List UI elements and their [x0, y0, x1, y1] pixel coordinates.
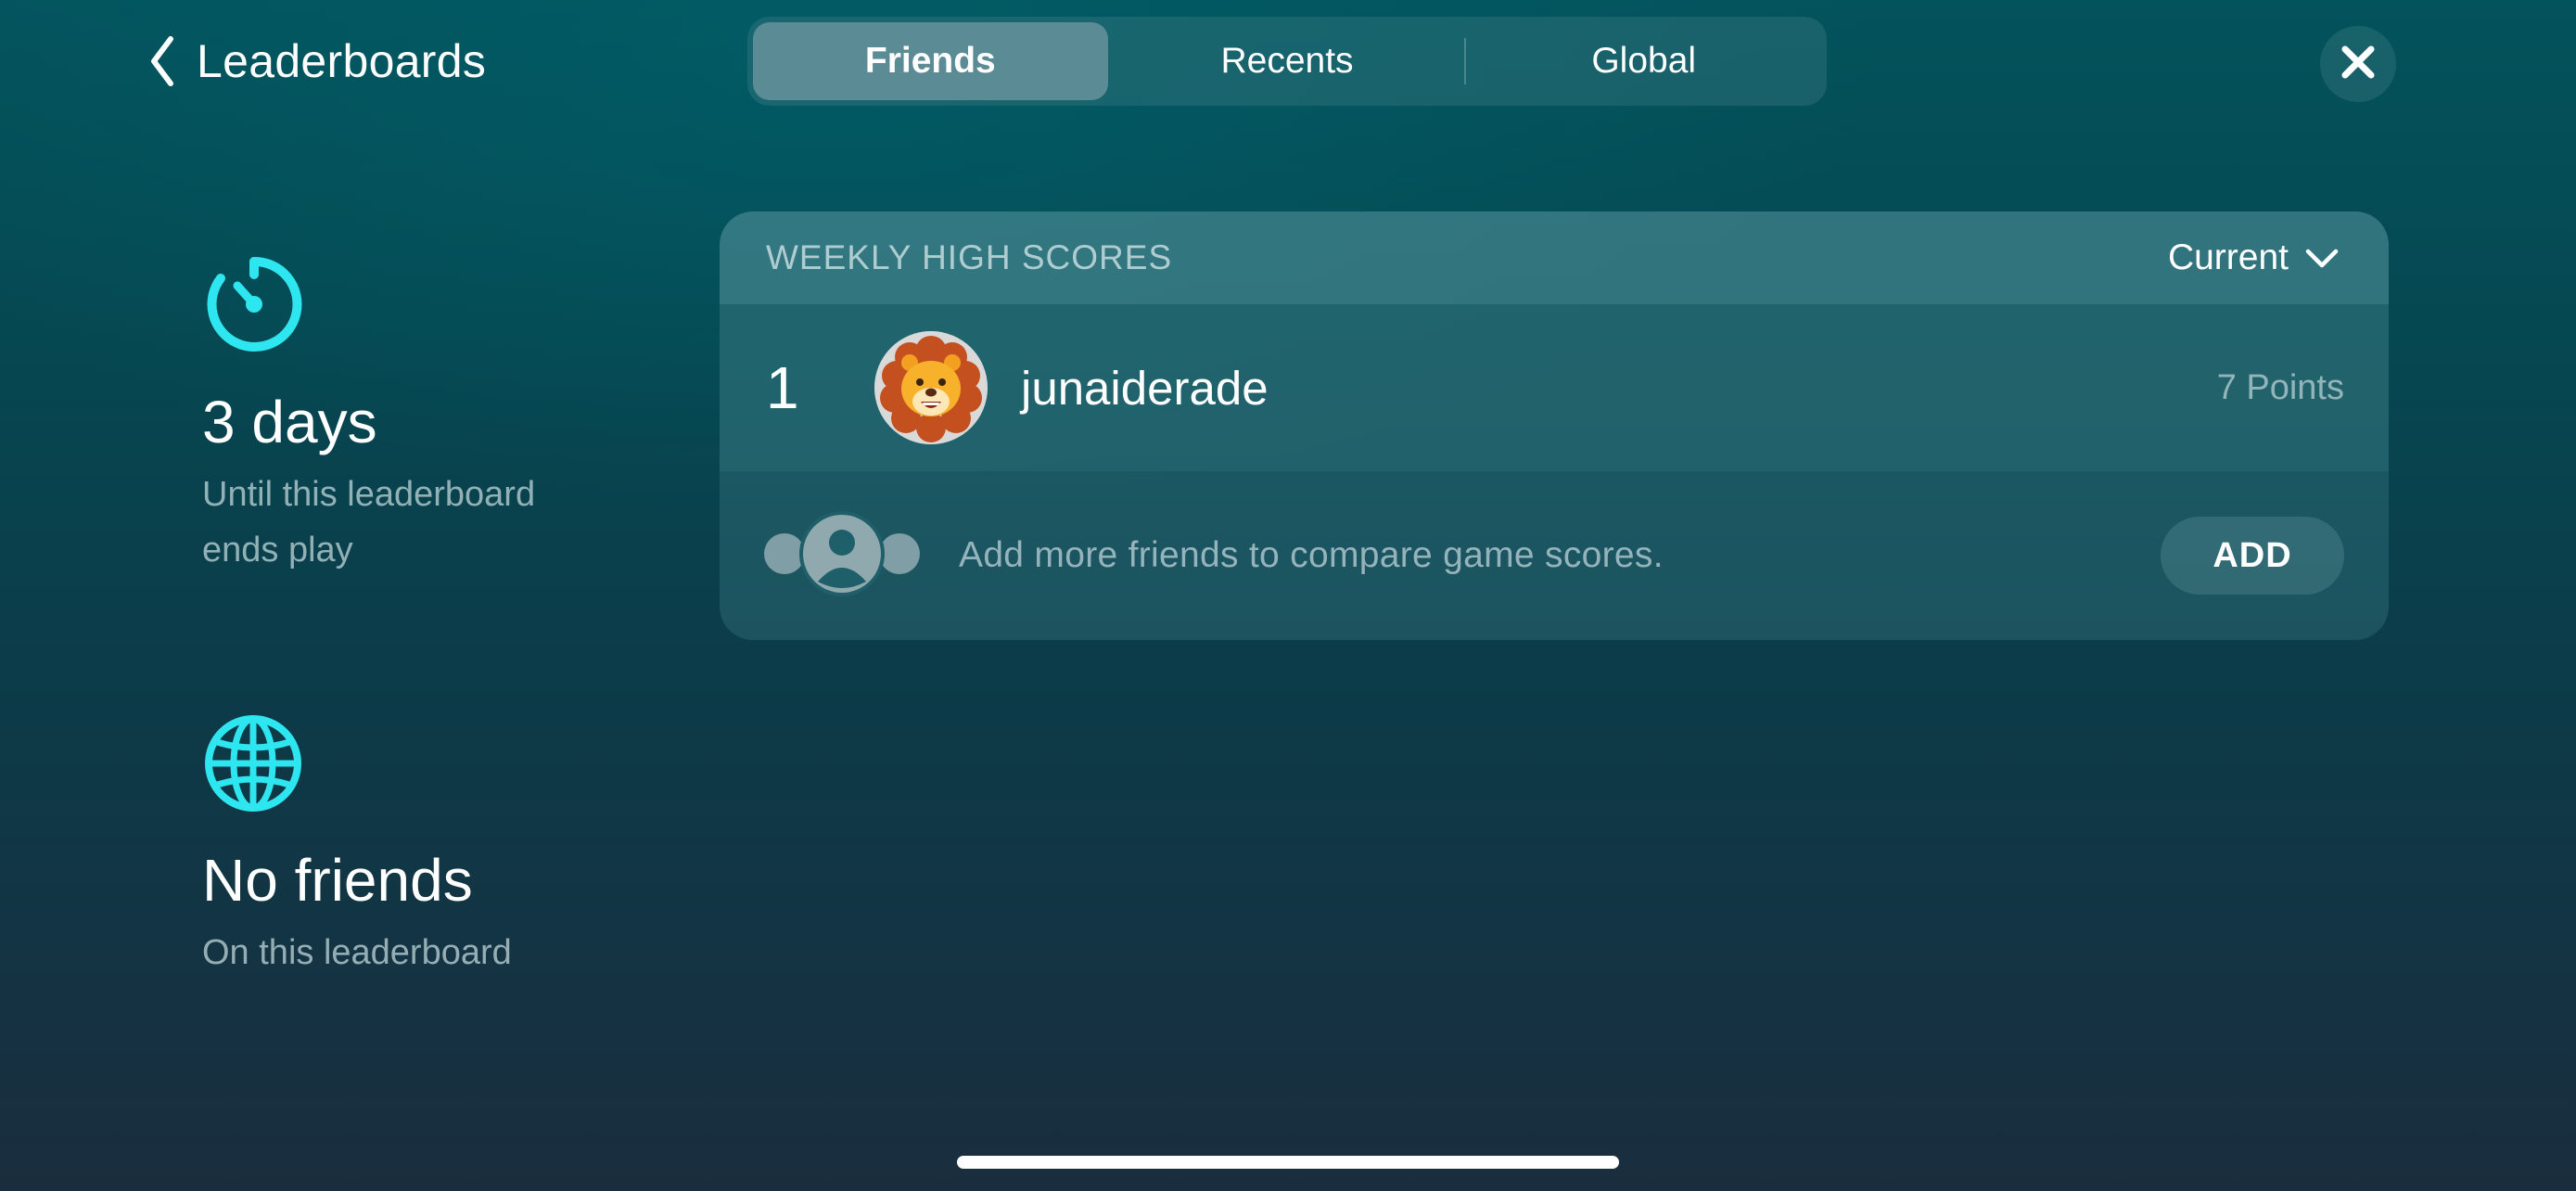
card-header: WEEKLY HIGH SCORES Current [720, 211, 2389, 304]
lion-memoji-avatar [874, 331, 988, 444]
chevron-left-icon [148, 35, 176, 87]
friends-count-value: No friends [202, 847, 473, 914]
player-points: 7 Points [2216, 367, 2344, 407]
friends-count-info: No friends On this leaderboard [202, 712, 629, 980]
add-friends-button[interactable]: ADD [2161, 517, 2344, 595]
add-friends-prompt: Add more friends to compare game scores. [959, 535, 1664, 575]
weekly-scores-card: WEEKLY HIGH SCORES Current 1 junaiderade… [720, 211, 2389, 640]
period-value: Current [2167, 237, 2289, 277]
friends-group-icon [764, 509, 920, 603]
time-remaining-value: 3 days [202, 389, 377, 455]
time-remaining-info: 3 days Until this leaderboard ends play [202, 252, 629, 578]
chevron-down-icon [2305, 237, 2339, 278]
page-title: Leaderboards [197, 35, 487, 87]
tab-global[interactable]: Global [1466, 22, 1821, 100]
add-friends-row: Add more friends to compare game scores.… [720, 471, 2389, 640]
xmark-icon [2340, 44, 2377, 85]
period-dropdown[interactable]: Current [2168, 237, 2339, 278]
rank-number: 1 [766, 354, 799, 421]
leaderboard-scope-tabs: Friends Recents Global [747, 17, 1827, 106]
friends-count-caption: On this leaderboard [202, 933, 512, 972]
timer-icon [202, 252, 629, 361]
globe-icon [202, 712, 629, 819]
tab-recents[interactable]: Recents [1110, 22, 1465, 100]
home-indicator[interactable] [957, 1156, 1619, 1169]
score-row[interactable]: 1 junaiderade 7 Points [720, 304, 2389, 471]
card-title: WEEKLY HIGH SCORES [766, 238, 1173, 276]
tab-friends[interactable]: Friends [753, 22, 1108, 100]
time-remaining-caption: Until this leaderboard ends play [202, 467, 629, 578]
player-name: junaiderade [1021, 361, 1269, 415]
close-button[interactable] [2320, 26, 2396, 102]
back-button[interactable]: Leaderboards [148, 28, 486, 95]
time-remaining-caption-line: ends play [202, 531, 353, 570]
time-remaining-caption-line: Until this leaderboard [202, 475, 536, 514]
